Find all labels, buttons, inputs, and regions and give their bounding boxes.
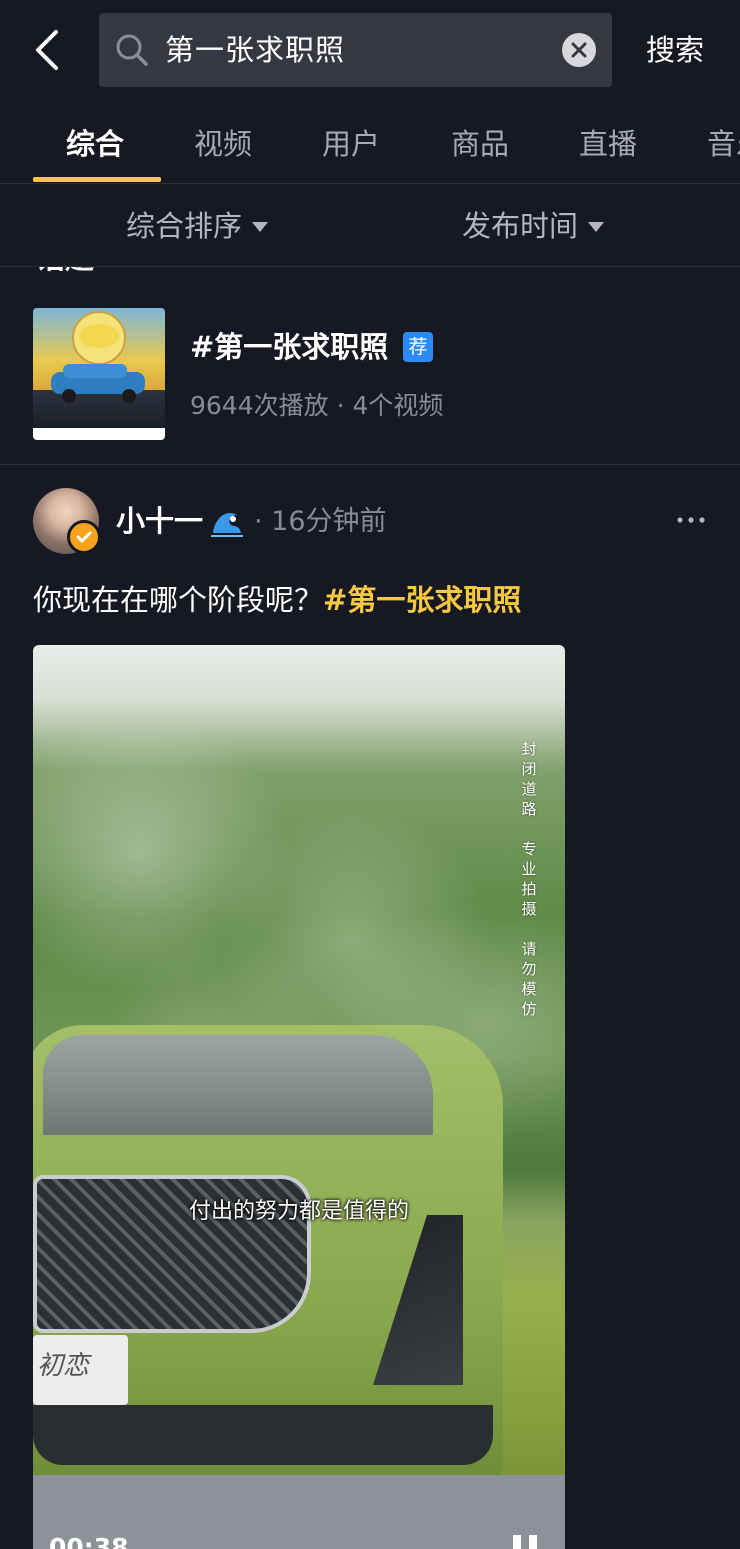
result-tabs: 综合 视频 用户 商品 直播 音乐 <box>0 110 740 184</box>
caption-hashtag[interactable]: #第一张求职照 <box>323 583 521 617</box>
disclaimer-char: 封 <box>521 740 537 758</box>
sort-filter-label: 综合排序 <box>126 209 243 243</box>
topic-title[interactable]: #第一张求职照 <box>190 326 388 368</box>
disclaimer-char: 路 <box>521 800 537 818</box>
search-query-text: 第一张求职照 <box>165 33 346 67</box>
caret-down-icon <box>588 222 605 232</box>
disclaimer-char: 模 <box>521 980 537 998</box>
back-arrow-icon <box>36 30 58 70</box>
filter-bar: 综合排序 发布时间 <box>0 186 740 266</box>
search-results-page: 第一张求职照 搜索 综合 视频 用户 商品 直播 音乐 话题 综合排序 发布时间 <box>0 0 740 1549</box>
post-caption: 你现在在哪个阶段呢？#第一张求职照 <box>33 578 521 622</box>
video-car-plate: 初恋 <box>33 1335 128 1405</box>
pause-icon[interactable] <box>509 1533 541 1549</box>
section-divider <box>0 464 740 465</box>
search-button[interactable]: 搜索 <box>646 24 704 76</box>
sort-filter[interactable]: 综合排序 <box>126 186 269 266</box>
recommended-badge: 荐 <box>403 332 433 362</box>
disclaimer-char: 拍 <box>521 880 537 898</box>
verified-badge-icon <box>67 520 101 554</box>
disclaimer-char: 请 <box>521 940 537 958</box>
clear-icon[interactable] <box>561 32 597 68</box>
active-tab-indicator <box>33 177 161 182</box>
tab-products[interactable]: 商品 <box>451 124 509 164</box>
disclaimer-char: 业 <box>521 860 537 878</box>
topic-stats: 9644次播放 · 4个视频 <box>190 391 444 420</box>
video-car-windshield <box>43 1035 433 1135</box>
caret-down-icon <box>252 222 269 232</box>
video-player[interactable]: 初恋 封闭道路 专业拍摄 请勿模仿 付出的努力都是值得的 00:38 <box>33 645 565 1549</box>
time-filter[interactable]: 发布时间 <box>462 186 605 266</box>
disclaimer-char: 摄 <box>521 900 537 918</box>
filter-divider <box>0 266 740 267</box>
video-disclaimer: 封闭道路 专业拍摄 请勿模仿 <box>517 739 541 1019</box>
disclaimer-char: 闭 <box>521 760 537 778</box>
disclaimer-char: 勿 <box>521 960 537 978</box>
search-header: 第一张求职照 搜索 <box>0 0 740 100</box>
video-subtitle: 付出的努力都是值得的 <box>188 1199 409 1224</box>
tab-music[interactable]: 音乐 <box>707 124 740 164</box>
topic-thumbnail[interactable] <box>33 308 165 440</box>
caption-text: 你现在在哪个阶段呢？ <box>33 583 324 617</box>
tab-users[interactable]: 用户 <box>322 124 380 164</box>
disclaimer-line: 请勿模仿 <box>517 939 541 1019</box>
tab-all[interactable]: 综合 <box>66 124 124 164</box>
more-options-icon[interactable] <box>676 508 706 532</box>
disclaimer-line: 封闭道路 <box>517 739 541 819</box>
back-button[interactable] <box>24 22 72 78</box>
wave-emoji-icon <box>211 513 243 537</box>
tab-live[interactable]: 直播 <box>579 124 637 164</box>
disclaimer-line: 专业拍摄 <box>517 839 541 919</box>
search-input[interactable]: 第一张求职照 <box>99 13 612 87</box>
topic-thumbnail-image <box>33 311 165 440</box>
time-filter-label: 发布时间 <box>462 209 579 243</box>
video-car-bumper <box>33 1405 493 1465</box>
video-timestamp: 00:38 <box>49 1533 129 1549</box>
disclaimer-char: 专 <box>521 840 537 858</box>
post-time: · 16分钟前 <box>254 506 387 537</box>
check-icon <box>76 531 92 543</box>
search-icon <box>116 34 148 66</box>
tabs-divider <box>0 183 740 184</box>
disclaimer-char: 仿 <box>521 1000 537 1018</box>
plate-text: 初恋 <box>37 1351 90 1381</box>
tab-videos[interactable]: 视频 <box>194 124 252 164</box>
disclaimer-char: 道 <box>521 780 537 798</box>
post-username[interactable]: 小十一 <box>116 500 203 542</box>
